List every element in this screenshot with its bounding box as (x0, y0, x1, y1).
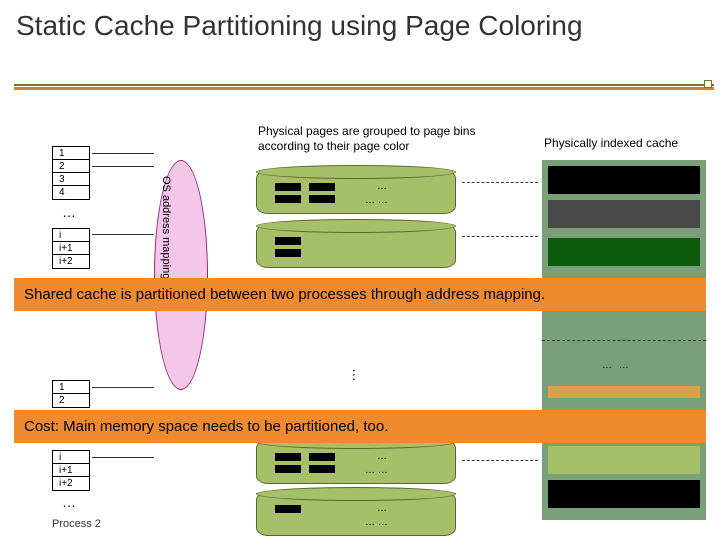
pt-row: i+1 (53, 464, 89, 477)
connector-line (92, 234, 154, 235)
cyl-dots: … … (365, 465, 388, 476)
pt-row: 3 (53, 173, 89, 186)
process-2-label: Process 2 (52, 518, 101, 530)
pt-row: i (53, 229, 89, 242)
connector-dashed (462, 460, 538, 461)
page-table-1-mid: i i+1 i+2 (52, 228, 90, 269)
page-table-2-top: 1 2 (52, 380, 90, 408)
cyl-dots: … (377, 181, 387, 192)
page-table-2-mid: i i+1 i+2 (52, 450, 90, 491)
pt-row: 1 (53, 147, 89, 160)
cyl-dots: … … (365, 195, 388, 206)
connector-line (92, 387, 154, 388)
pt-row: i (53, 451, 89, 464)
callout-shared: Shared cache is partitioned between two … (14, 278, 706, 311)
pt-row: i+1 (53, 242, 89, 255)
title-rule (14, 84, 714, 90)
connector-line (92, 153, 154, 154)
pt-row: i+2 (53, 255, 89, 268)
pt-row: i+2 (53, 477, 89, 490)
phys-indexed-cache: … … (542, 160, 706, 520)
connector-line (92, 166, 154, 167)
pt-row: 2 (53, 394, 89, 407)
note-page-bins: Physical pages are grouped to page bins … (258, 124, 498, 154)
vertical-ellipsis: … (350, 368, 366, 382)
os-mapping-label: OS address mapping (160, 176, 172, 279)
page-bin: … … … (256, 440, 456, 484)
cyl-dots: … (377, 503, 387, 514)
page-bin (256, 224, 456, 268)
callout-cost: Cost: Main memory space needs to be part… (14, 410, 706, 443)
note-phys-cache: Physically indexed cache (544, 136, 678, 150)
slide-title: Static Cache Partitioning using Page Col… (0, 0, 720, 46)
ellipsis: … (62, 494, 78, 510)
page-bin: … … … (256, 170, 456, 214)
corner-marker (704, 80, 712, 88)
pt-row: 1 (53, 381, 89, 394)
ellipsis: … (62, 204, 78, 220)
cache-dots: … … (602, 360, 631, 371)
pt-row: 2 (53, 160, 89, 173)
page-bin: … … … (256, 492, 456, 536)
connector-line (92, 457, 154, 458)
cyl-dots: … … (365, 517, 388, 528)
pt-row: 4 (53, 186, 89, 199)
connector-dashed (462, 236, 538, 237)
page-table-1-top: 1 2 3 4 (52, 146, 90, 200)
connector-dashed (462, 182, 538, 183)
cyl-dots: … (377, 451, 387, 462)
